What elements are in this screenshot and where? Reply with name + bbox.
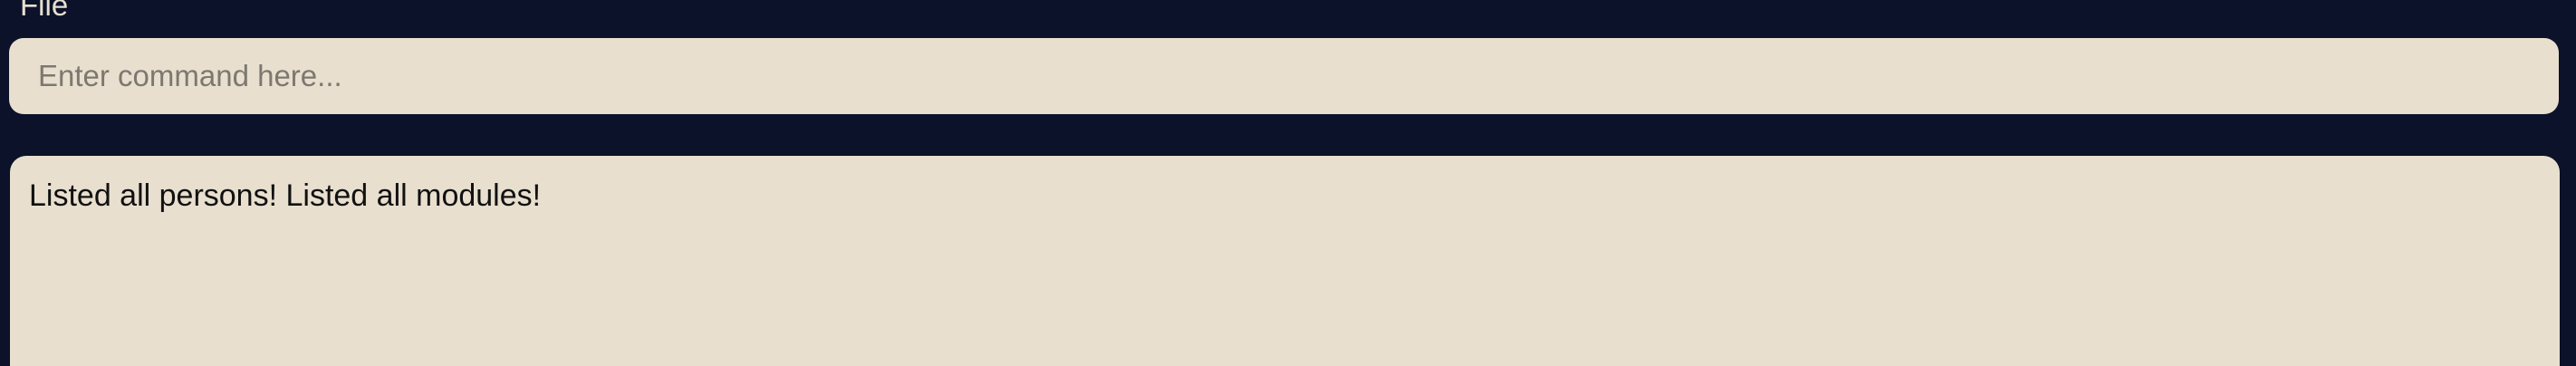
menu-bar: File <box>0 0 2576 24</box>
result-message: Listed all persons! Listed all modules! <box>29 178 542 213</box>
app-window: File Listed all persons! Listed all modu… <box>0 0 2576 366</box>
result-display: Listed all persons! Listed all modules! <box>10 156 2560 366</box>
command-box <box>9 38 2559 114</box>
command-input[interactable] <box>9 38 2559 114</box>
menu-file[interactable]: File <box>20 0 68 24</box>
